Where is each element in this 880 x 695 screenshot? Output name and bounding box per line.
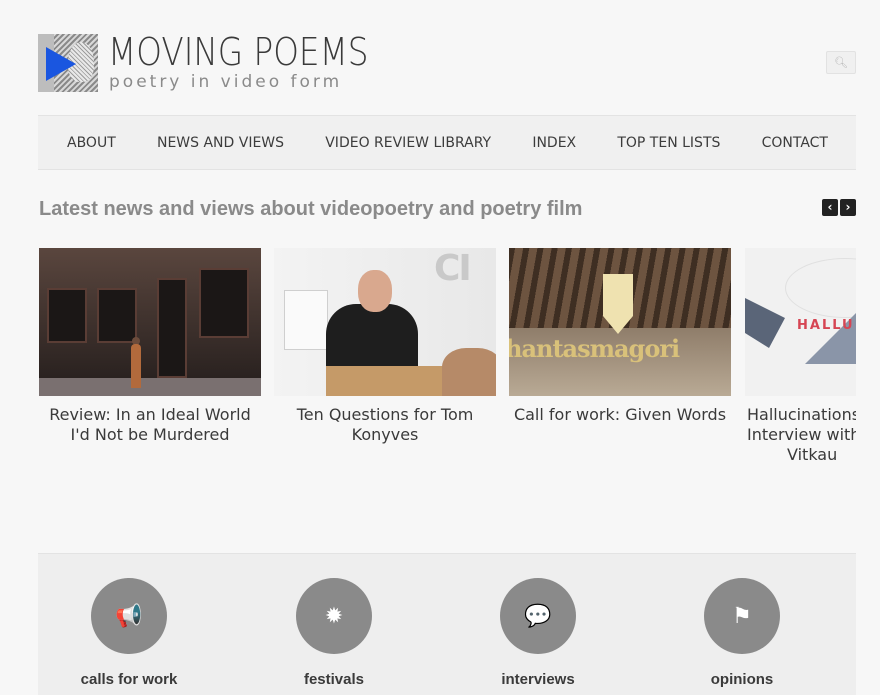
nav-contact[interactable]: CONTACT (762, 135, 828, 151)
category-opinions[interactable]: ⚑ opinions (672, 578, 812, 688)
latest-heading: Latest news and views about videopoetry … (39, 198, 583, 220)
carousel-controls: ‹ › (822, 199, 856, 216)
nav-index[interactable]: INDEX (532, 135, 576, 151)
category-label[interactable]: opinions (672, 671, 812, 688)
news-carousel: Review: In an Ideal World I'd Not be Mur… (39, 248, 856, 468)
news-card[interactable]: CI Ten Questions for Tom Konyves (274, 248, 496, 445)
card-title[interactable]: Ten Questions for Tom Konyves (274, 405, 496, 445)
sun-icon[interactable]: ✹ (296, 578, 372, 654)
card-thumbnail[interactable]: CI (274, 248, 496, 396)
speech-bubbles-icon[interactable]: 💬 (500, 578, 576, 654)
site-header: MOVING POEMS poetry in video form (38, 30, 856, 94)
card-thumbnail[interactable]: hantasmagori (509, 248, 731, 396)
play-icon (46, 47, 76, 81)
card-thumbnail[interactable] (39, 248, 261, 396)
nav-video-review-library[interactable]: VIDEO REVIEW LIBRARY (325, 135, 491, 151)
category-calls-for-work[interactable]: 📢 calls for work (59, 578, 199, 688)
carousel-next-button[interactable]: › (840, 199, 856, 216)
category-interviews[interactable]: 💬 interviews (468, 578, 608, 688)
thumb-speaker-head (358, 270, 392, 312)
search-button[interactable]: 🔍︎ (826, 51, 856, 74)
thumb-pavement (39, 378, 261, 396)
card-title-line: Interview with (747, 425, 856, 444)
logo-image[interactable] (38, 34, 98, 92)
category-section: 📢 calls for work ✹ festivals 💬 interview… (38, 553, 856, 695)
thumb-overlay-text: hantasmagori (509, 334, 680, 363)
site-tagline: poetry in video form (109, 72, 343, 92)
thumb-overlay-text: HALLU (797, 318, 855, 333)
card-thumbnail[interactable]: HALLU (745, 248, 856, 396)
category-label[interactable]: calls for work (59, 671, 199, 688)
carousel-prev-button[interactable]: ‹ (822, 199, 838, 216)
category-label[interactable]: interviews (468, 671, 608, 688)
thumb-wall-letters: CI (434, 248, 472, 289)
category-festivals[interactable]: ✹ festivals (264, 578, 404, 688)
search-icon: 🔍︎ (834, 56, 848, 69)
news-card[interactable]: hantasmagori Call for work: Given Words (509, 248, 731, 425)
card-title[interactable]: Hallucinations Interview with Vitkau (745, 405, 856, 465)
nav-top-ten-lists[interactable]: TOP TEN LISTS (617, 135, 720, 151)
thumb-audience (442, 348, 496, 396)
news-card[interactable]: HALLU Hallucinations Interview with Vitk… (745, 248, 856, 465)
card-title-line: Hallucinations (747, 405, 856, 424)
thumb-shape (745, 298, 785, 348)
thumb-person (131, 344, 141, 388)
nav-news-and-views[interactable]: NEWS AND VIEWS (157, 135, 284, 151)
thumb-arc (785, 258, 856, 318)
nav-about[interactable]: ABOUT (67, 135, 116, 151)
thumb-lectern (326, 366, 446, 396)
news-card[interactable]: Review: In an Ideal World I'd Not be Mur… (39, 248, 261, 445)
presenter-icon[interactable]: ⚑ (704, 578, 780, 654)
main-nav: ABOUT NEWS AND VIEWS VIDEO REVIEW LIBRAR… (38, 115, 856, 170)
thumb-window (97, 288, 137, 343)
card-title[interactable]: Call for work: Given Words (509, 405, 731, 425)
thumb-window (47, 288, 87, 343)
megaphone-icon[interactable]: 📢 (91, 578, 167, 654)
thumb-window (199, 268, 249, 338)
card-title[interactable]: Review: In an Ideal World I'd Not be Mur… (39, 405, 261, 445)
site-title[interactable]: MOVING POEMS (108, 30, 369, 74)
card-title-line: Vitkau (787, 445, 838, 464)
thumb-door (157, 278, 187, 378)
thumb-poster (284, 290, 328, 350)
category-label[interactable]: festivals (264, 671, 404, 688)
